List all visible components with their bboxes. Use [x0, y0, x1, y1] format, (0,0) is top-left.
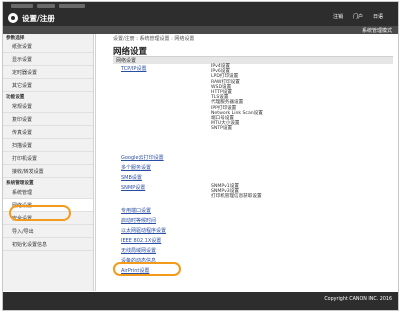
mode-bar: 系统管理模式 — [3, 26, 398, 34]
section-header: 网络设置 — [113, 56, 393, 64]
ieee8021x-link[interactable]: IEEE 802.1X设置 — [121, 237, 161, 244]
copyright: Copyright CANON INC. 2016 — [324, 297, 392, 302]
ethernet-driver-link[interactable]: 以太网驱动程序设置 — [121, 227, 166, 234]
snmp-settings-link[interactable]: SNMP设置 — [121, 184, 145, 191]
browser-window: 设置/注册 注销 门户 日语 系统管理模式 参数选择 纸张设置 显示设置 定时器… — [2, 1, 399, 311]
sidebar-item-paper[interactable]: 纸张设置 — [3, 40, 93, 53]
smb-settings-link[interactable]: SMB设置 — [121, 174, 142, 181]
browser-tab[interactable] — [11, 4, 33, 8]
multi-service-link[interactable]: 多个服务设置 — [121, 164, 151, 171]
footer: Copyright CANON INC. 2016 — [3, 292, 398, 310]
tcpip-sub-list: IPv4设置 IPv6设置 LPD打印设置 RAW打印设置 WSD设置 HTTP设置 T… — [211, 64, 263, 132]
highlight-network-settings — [9, 205, 71, 221]
main-content: 设置/注册 : 系统管理设置 : 网络设置 网络设置 网络设置 TCP/IP设置… — [95, 34, 395, 291]
logo-icon — [8, 13, 18, 23]
wireless-lan-link[interactable]: 无线局域网设置 — [121, 247, 156, 254]
tcpip-settings-link[interactable]: TCP/IP设置 — [121, 65, 146, 72]
startup-wait-link[interactable]: 启动时等候时间 — [121, 217, 156, 224]
app-title: 设置/注册 — [22, 14, 55, 23]
sidebar-item-display[interactable]: 显示设置 — [3, 53, 93, 66]
app-header: 设置/注册 注销 门户 日语 — [3, 10, 398, 26]
sidebar-item-scan[interactable]: 扫描设置 — [3, 139, 93, 152]
browser-tabbar — [3, 2, 398, 10]
sidebar-item-fax[interactable]: 传真设置 — [3, 126, 93, 139]
mode-label: 系统管理模式 — [361, 28, 392, 34]
highlight-airprint-settings — [113, 262, 181, 276]
browser-tab[interactable] — [59, 4, 85, 8]
divider — [95, 34, 96, 291]
sidebar-item-copy[interactable]: 复印设置 — [3, 113, 93, 126]
sidebar-item-initialize[interactable]: 初始化设置信息 — [3, 238, 93, 251]
sidebar-item-forward[interactable]: 接收/转发设置 — [3, 165, 93, 178]
snmp-sub-list: SNMPv1设置 SNMPv3设置 打印机管理信息获取设置 — [211, 184, 262, 200]
sidebar-item-import-export[interactable]: 导入/导出 — [3, 225, 93, 238]
sidebar-item-general[interactable]: 常规设置 — [3, 100, 93, 113]
breadcrumb: 设置/注册 : 系统管理设置 : 网络设置 — [113, 36, 195, 42]
google-cloud-print-link[interactable]: Google云打印设置 — [121, 154, 164, 161]
portal-link[interactable]: 门户 — [353, 13, 363, 20]
browser-tab[interactable] — [37, 4, 55, 8]
sidebar: 参数选择 纸张设置 显示设置 定时器设置 其它设置 功能设置 常规设置 复印设置… — [3, 34, 94, 291]
language-link[interactable]: 日语 — [373, 13, 383, 20]
sidebar-item-system[interactable]: 系统管理 — [3, 186, 93, 199]
sidebar-item-timer[interactable]: 定时器设置 — [3, 66, 93, 79]
dedicated-port-link[interactable]: 专用端口设置 — [121, 207, 151, 214]
logout-link[interactable]: 注销 — [333, 13, 343, 20]
sidebar-item-other[interactable]: 其它设置 — [3, 79, 93, 92]
sidebar-item-printer[interactable]: 打印机设置 — [3, 152, 93, 165]
